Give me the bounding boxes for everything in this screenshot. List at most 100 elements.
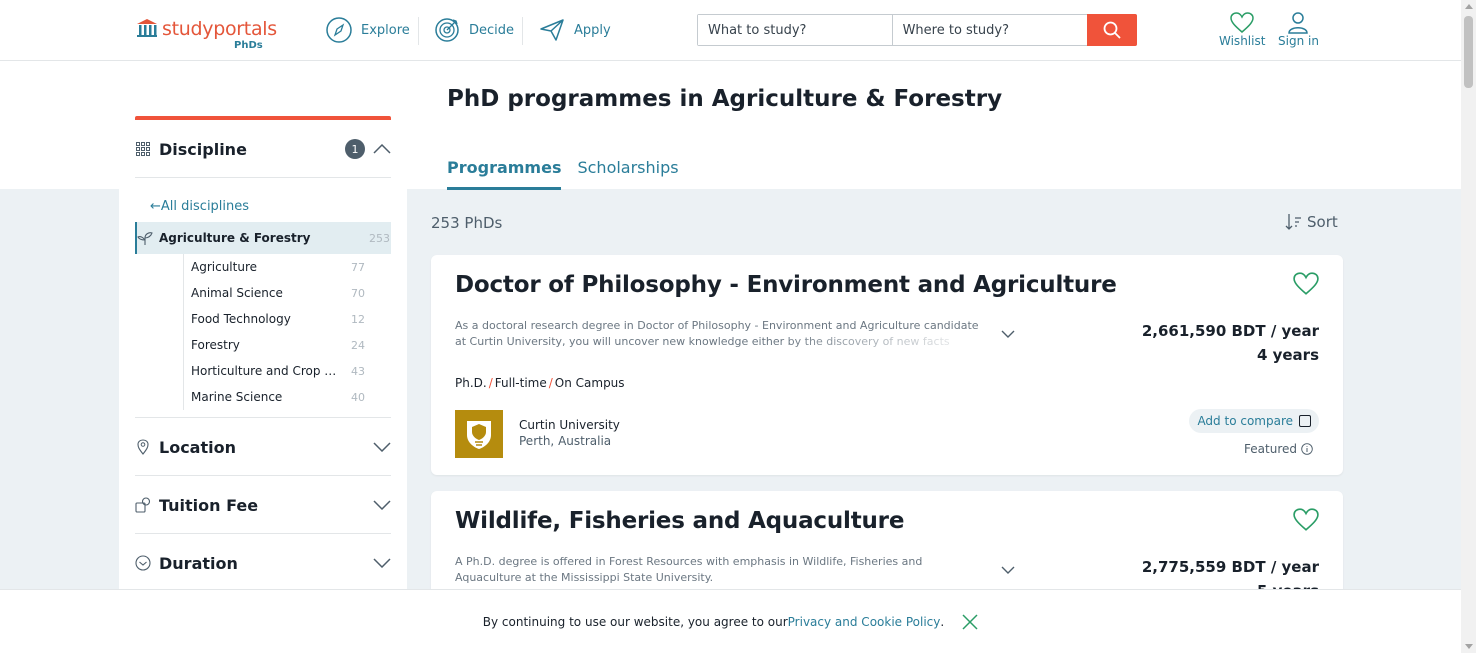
nav-apply[interactable]: Apply	[539, 17, 611, 43]
subdiscipline-item[interactable]: Marine Science 40	[191, 384, 365, 410]
study-pace: Full-time	[494, 376, 547, 390]
subdiscipline-count: 24	[351, 338, 365, 352]
filter-duration-label: Duration	[159, 553, 238, 573]
cookie-text-end: .	[940, 614, 945, 629]
programme-card[interactable]: Doctor of Philosophy - Environment and A…	[431, 255, 1343, 475]
coins-icon	[135, 497, 151, 513]
filter-divider	[135, 417, 391, 418]
heart-icon[interactable]	[1293, 271, 1319, 297]
location-pin-icon	[135, 439, 151, 455]
subdiscipline-label: Horticulture and Crop Scie...	[191, 364, 341, 378]
programme-duration: 4 years	[1256, 346, 1319, 364]
fact-separator: /	[548, 376, 553, 390]
studyportals-logo[interactable]: studyportals PhDs	[136, 18, 277, 51]
programme-title[interactable]: Wildlife, Fisheries and Aquaculture	[455, 508, 904, 534]
programme-facts: Ph.D. / Full-time / On Campus	[455, 376, 625, 390]
nav-divider	[418, 17, 419, 45]
subdiscipline-count: 43	[351, 364, 365, 378]
chevron-down-icon	[373, 442, 391, 452]
fact-separator: /	[488, 376, 493, 390]
featured-label: Featured	[1244, 442, 1313, 456]
chevron-down-icon	[373, 558, 391, 568]
scroll-down-arrow[interactable]	[1465, 644, 1473, 649]
scrollbar-thumb[interactable]	[1464, 16, 1473, 88]
filter-divider	[135, 475, 391, 476]
nav-decide-label: Decide	[469, 22, 515, 38]
programme-description: A Ph.D. degree is offered in Forest Reso…	[455, 555, 923, 584]
filter-count-badge: 1	[345, 139, 365, 159]
university-location: Perth, Australia	[519, 434, 612, 448]
cookie-banner: By continuing to use our website, you ag…	[0, 589, 1461, 653]
filter-divider	[135, 533, 391, 534]
subdiscipline-count: 12	[351, 312, 365, 326]
subdiscipline-label: Marine Science	[191, 390, 283, 404]
grid-icon	[135, 141, 151, 157]
all-disciplines-link[interactable]: ←All disciplines	[150, 199, 249, 214]
programme-title[interactable]: Doctor of Philosophy - Environment and A…	[455, 272, 1117, 298]
filter-tuition-toggle[interactable]: Tuition Fee	[135, 489, 391, 521]
filter-duration-toggle[interactable]: Duration	[135, 547, 391, 579]
filter-tuition-label: Tuition Fee	[159, 495, 259, 515]
filter-location-label: Location	[159, 437, 236, 457]
tab-programmes[interactable]: Programmes	[447, 158, 562, 190]
subdiscipline-item[interactable]: Horticulture and Crop Scie... 43	[191, 358, 365, 384]
info-icon[interactable]	[1301, 443, 1313, 455]
page-title: PhD programmes in Agriculture & Forestry	[447, 86, 1003, 112]
compare-checkbox[interactable]	[1299, 415, 1311, 427]
active-discipline-count: 253	[369, 231, 390, 245]
search-icon	[1103, 21, 1121, 39]
active-discipline[interactable]: Agriculture & Forestry 253	[135, 222, 391, 254]
tuition-fee: 2,775,559 BDT / year	[1141, 558, 1319, 576]
sign-in-button[interactable]: Sign in	[1278, 12, 1319, 48]
sign-in-label: Sign in	[1278, 34, 1319, 48]
university-logo[interactable]	[455, 410, 503, 458]
sprout-icon	[137, 232, 153, 245]
tab-scholarships[interactable]: Scholarships	[577, 158, 678, 190]
results-tabs: Programmes Scholarships	[447, 158, 695, 190]
chevron-down-icon[interactable]	[1001, 327, 1015, 341]
clock-icon	[135, 555, 151, 571]
subdiscipline-count: 70	[351, 286, 365, 300]
privacy-policy-link[interactable]: Privacy and Cookie Policy	[788, 615, 941, 629]
subdiscipline-label: Food Technology	[191, 312, 291, 326]
where-to-study-input[interactable]	[892, 15, 1088, 45]
heart-icon	[1230, 12, 1254, 33]
wishlist-button[interactable]: Wishlist	[1219, 12, 1265, 48]
scroll-up-arrow[interactable]	[1465, 4, 1473, 9]
subdiscipline-item[interactable]: Agriculture 77	[191, 254, 365, 280]
study-mode: On Campus	[554, 376, 625, 390]
subdiscipline-item[interactable]: Food Technology 12	[191, 306, 365, 332]
compare-label: Add to compare	[1197, 414, 1293, 428]
target-icon	[435, 18, 459, 42]
what-to-study-input[interactable]	[698, 15, 893, 45]
university-name[interactable]: Curtin University	[519, 418, 620, 432]
sort-label: Sort	[1307, 213, 1338, 231]
sort-button[interactable]: Sort	[1285, 213, 1338, 231]
chevron-down-icon[interactable]	[1001, 563, 1015, 577]
close-icon[interactable]	[962, 613, 978, 630]
heart-icon[interactable]	[1293, 507, 1319, 533]
building-logo-icon	[137, 19, 157, 37]
add-to-compare-button[interactable]: Add to compare	[1189, 409, 1319, 433]
featured-text: Featured	[1244, 442, 1297, 456]
filter-discipline-toggle[interactable]: Discipline 1	[135, 133, 391, 165]
nav-explore[interactable]: Explore	[326, 17, 410, 43]
subdiscipline-guide-line	[183, 254, 184, 410]
results-count: 253 PhDs	[431, 214, 503, 232]
chevron-up-icon	[373, 144, 391, 154]
top-header: studyportals PhDs Explore Decide Apply W…	[0, 0, 1461, 61]
filter-divider	[135, 177, 391, 178]
nav-decide[interactable]: Decide	[434, 17, 514, 43]
wishlist-label: Wishlist	[1219, 34, 1266, 48]
subdiscipline-item[interactable]: Animal Science 70	[191, 280, 365, 306]
arrow-left-icon: ←	[150, 199, 161, 214]
search-button[interactable]	[1087, 14, 1137, 46]
subdiscipline-item[interactable]: Forestry 24	[191, 332, 365, 358]
nav-explore-label: Explore	[361, 22, 410, 38]
filter-location-toggle[interactable]: Location	[135, 431, 391, 463]
compass-icon	[326, 17, 352, 43]
chevron-down-icon	[373, 500, 391, 510]
filter-sidebar: Discipline 1 ←All disciplines Agricultur…	[119, 116, 407, 653]
subdiscipline-label: Animal Science	[191, 286, 283, 300]
page-scrollbar[interactable]	[1461, 0, 1476, 653]
